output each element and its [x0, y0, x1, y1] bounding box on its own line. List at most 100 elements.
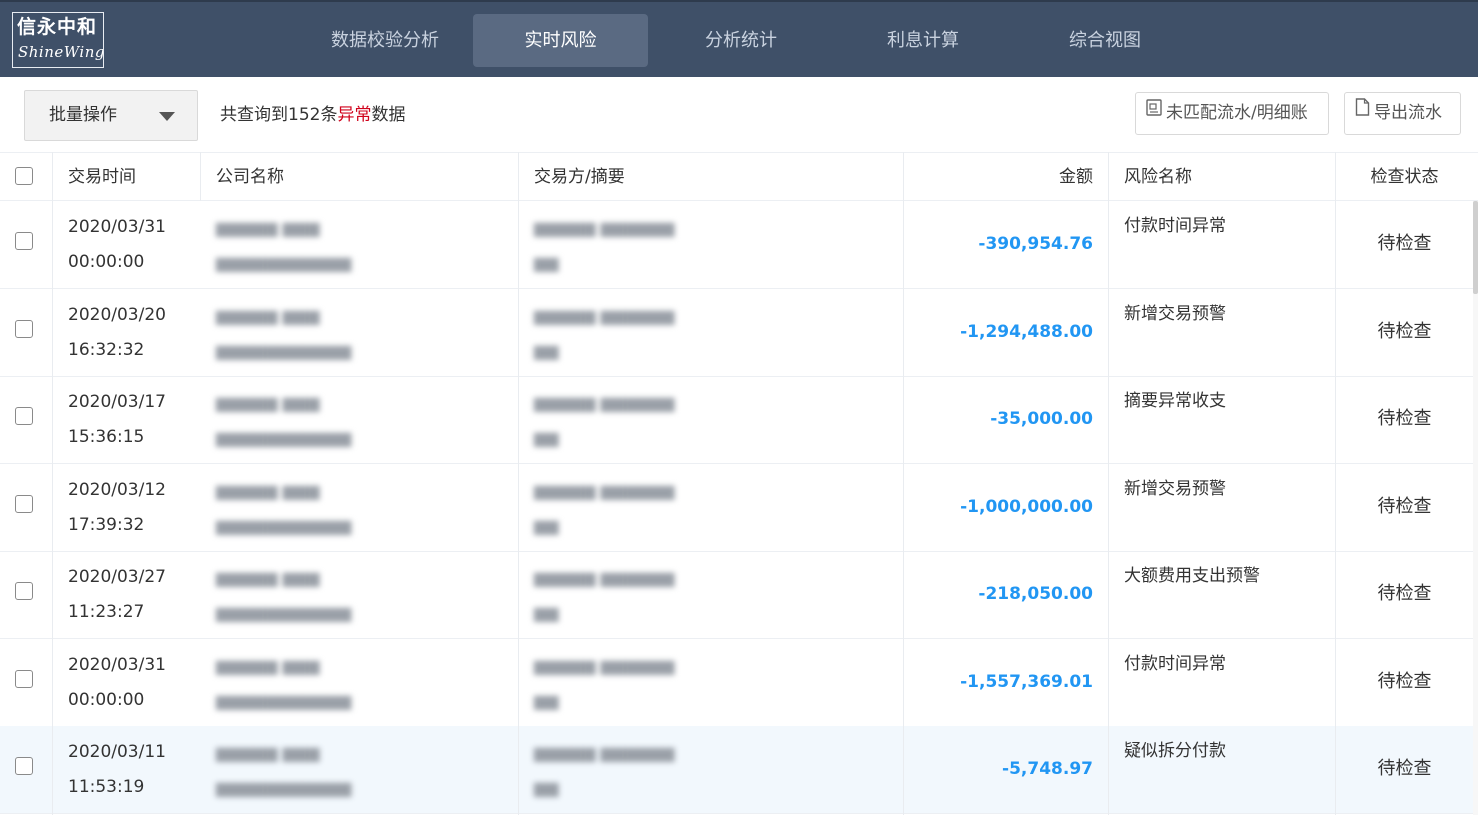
company-account-redacted: ▆▆▆▆▆▆▆▆▆▆▆ [216, 778, 352, 797]
summary-prefix: 共查询到152条 [220, 105, 338, 125]
summary-highlight: 异常 [337, 105, 372, 125]
batch-operation-select[interactable]: 批量操作 [24, 90, 198, 141]
company-account-redacted: ▆▆▆▆▆▆▆▆▆▆▆ [216, 691, 352, 710]
summary-redacted: ▆▆ [534, 253, 559, 272]
column-divider [1335, 152, 1336, 815]
row-checkbox[interactable] [15, 320, 33, 338]
transaction-date: 2020/03/17 [68, 392, 166, 412]
header-company-name[interactable]: 公司名称 [216, 153, 284, 201]
counterparty-redacted: ▆▆▆▆▆ ▆▆▆▆▆▆ [534, 568, 675, 587]
counterparty-redacted: ▆▆▆▆▆ ▆▆▆▆▆▆ [534, 393, 675, 412]
ledger-icon [1146, 91, 1162, 132]
transaction-date: 2020/03/20 [68, 305, 166, 325]
risk-name: 摘要异常收支 [1124, 391, 1226, 411]
row-checkbox[interactable] [15, 232, 33, 250]
unmatched-ledger-button[interactable]: 未匹配流水/明细账 [1135, 92, 1329, 135]
nav-tab-realtime-risk[interactable]: 实时风险 [473, 14, 648, 67]
summary-redacted: ▆▆ [534, 778, 559, 797]
amount-value: -1,557,369.01 [960, 672, 1093, 692]
row-checkbox[interactable] [15, 407, 33, 425]
batch-operation-label: 批量操作 [49, 105, 117, 125]
table-row[interactable]: 2020/03/11 11:53:19 ▆▆▆▆▆ ▆▆▆ ▆▆▆▆▆▆▆▆▆▆▆ ▆▆… [0, 726, 1478, 814]
summary-redacted: ▆▆ [534, 516, 559, 535]
select-all-checkbox[interactable] [15, 167, 33, 185]
check-status[interactable]: 待检查 [1336, 398, 1473, 440]
company-name-redacted: ▆▆▆▆▆ ▆▆▆ [216, 306, 320, 325]
table-row[interactable]: 2020/03/31 00:00:00 ▆▆▆▆▆ ▆▆▆ ▆▆▆▆▆▆▆▆▆▆▆ ▆▆… [0, 639, 1478, 727]
row-checkbox[interactable] [15, 670, 33, 688]
logo-text-en: ShineWing [18, 43, 104, 61]
logo-text-cn: 信永中和 [17, 16, 98, 38]
company-name-redacted: ▆▆▆▆▆ ▆▆▆ [216, 743, 320, 762]
nav-tab-data-validation[interactable]: 数据校验分析 [300, 14, 470, 67]
column-divider [903, 152, 904, 815]
transaction-date: 2020/03/11 [68, 742, 166, 762]
company-name-redacted: ▆▆▆▆▆ ▆▆▆ [216, 393, 320, 412]
table-header: 交易时间 公司名称 交易方/摘要 金额 风险名称 检查状态 [0, 152, 1478, 201]
check-status[interactable]: 待检查 [1336, 486, 1473, 528]
summary-redacted: ▆▆ [534, 341, 559, 360]
top-navigation-bar: 信永中和 ShineWing 数据校验分析 实时风险 分析统计 利息计算 综合视… [0, 0, 1478, 77]
nav-tab-analysis-stats[interactable]: 分析统计 [656, 14, 826, 67]
check-status[interactable]: 待检查 [1336, 223, 1473, 265]
column-divider [200, 152, 201, 201]
amount-value: -1,000,000.00 [960, 497, 1093, 517]
check-status[interactable]: 待检查 [1336, 748, 1473, 790]
table-row[interactable]: 2020/03/17 15:36:15 ▆▆▆▆▆ ▆▆▆ ▆▆▆▆▆▆▆▆▆▆▆ ▆▆… [0, 376, 1478, 464]
company-name-redacted: ▆▆▆▆▆ ▆▆▆ [216, 568, 320, 587]
nav-tab-interest-calc[interactable]: 利息计算 [838, 14, 1008, 67]
risk-table: 交易时间 公司名称 交易方/摘要 金额 风险名称 检查状态 2020/03/31… [0, 152, 1478, 815]
column-divider [52, 152, 53, 815]
table-row[interactable]: 2020/03/27 11:23:27 ▆▆▆▆▆ ▆▆▆ ▆▆▆▆▆▆▆▆▆▆▆ ▆▆… [0, 551, 1478, 639]
table-row[interactable]: 2020/03/20 16:32:32 ▆▆▆▆▆ ▆▆▆ ▆▆▆▆▆▆▆▆▆▆▆ ▆▆… [0, 289, 1478, 377]
risk-name: 付款时间异常 [1124, 216, 1226, 236]
table-row[interactable]: 2020/03/12 17:39:32 ▆▆▆▆▆ ▆▆▆ ▆▆▆▆▆▆▆▆▆▆▆ ▆▆… [0, 464, 1478, 552]
transaction-date: 2020/03/27 [68, 567, 166, 587]
company-name-redacted: ▆▆▆▆▆ ▆▆▆ [216, 656, 320, 675]
risk-name: 新增交易预警 [1124, 479, 1226, 499]
company-account-redacted: ▆▆▆▆▆▆▆▆▆▆▆ [216, 428, 352, 447]
nav-tab-overview[interactable]: 综合视图 [1020, 14, 1190, 67]
transaction-time: 00:00:00 [68, 690, 145, 710]
table-row[interactable]: 2020/03/31 00:00:00 ▆▆▆▆▆ ▆▆▆ ▆▆▆▆▆▆▆▆▆▆▆ ▆▆… [0, 201, 1478, 289]
row-checkbox[interactable] [15, 495, 33, 513]
amount-value: -218,050.00 [978, 584, 1093, 604]
summary-redacted: ▆▆ [534, 428, 559, 447]
header-counterparty[interactable]: 交易方/摘要 [534, 153, 625, 201]
scrollbar-thumb[interactable] [1473, 201, 1478, 294]
transaction-time: 16:32:32 [68, 340, 145, 360]
check-status[interactable]: 待检查 [1336, 311, 1473, 353]
company-account-redacted: ▆▆▆▆▆▆▆▆▆▆▆ [216, 603, 352, 622]
row-checkbox[interactable] [15, 582, 33, 600]
transaction-time: 11:23:27 [68, 602, 145, 622]
header-risk-name[interactable]: 风险名称 [1124, 153, 1192, 201]
risk-name: 疑似拆分付款 [1124, 741, 1226, 761]
transaction-date: 2020/03/12 [68, 480, 166, 500]
company-account-redacted: ▆▆▆▆▆▆▆▆▆▆▆ [216, 253, 352, 272]
shinewing-logo[interactable]: 信永中和 ShineWing [12, 12, 104, 68]
amount-value: -1,294,488.00 [960, 322, 1093, 342]
risk-name: 新增交易预警 [1124, 304, 1226, 324]
counterparty-redacted: ▆▆▆▆▆ ▆▆▆▆▆▆ [534, 481, 675, 500]
header-transaction-time[interactable]: 交易时间 [68, 153, 136, 201]
summary-redacted: ▆▆ [534, 691, 559, 710]
row-checkbox[interactable] [15, 757, 33, 775]
check-status[interactable]: 待检查 [1336, 573, 1473, 615]
risk-name: 付款时间异常 [1124, 654, 1226, 674]
export-flow-button[interactable]: 导出流水 [1344, 92, 1461, 135]
check-status[interactable]: 待检查 [1336, 661, 1473, 703]
transaction-time: 11:53:19 [68, 777, 145, 797]
result-summary: 共查询到152条异常数据 [220, 90, 405, 141]
transaction-date: 2020/03/31 [68, 655, 166, 675]
company-name-redacted: ▆▆▆▆▆ ▆▆▆ [216, 481, 320, 500]
document-icon [1355, 91, 1370, 132]
header-check-status[interactable]: 检查状态 [1336, 153, 1473, 201]
transaction-date: 2020/03/31 [68, 217, 166, 237]
column-divider [1108, 152, 1109, 815]
counterparty-redacted: ▆▆▆▆▆ ▆▆▆▆▆▆ [534, 306, 675, 325]
transaction-time: 15:36:15 [68, 427, 145, 447]
amount-value: -5,748.97 [1002, 759, 1093, 779]
transaction-time: 00:00:00 [68, 252, 145, 272]
header-amount[interactable]: 金额 [904, 153, 1093, 201]
amount-value: -390,954.76 [978, 234, 1093, 254]
